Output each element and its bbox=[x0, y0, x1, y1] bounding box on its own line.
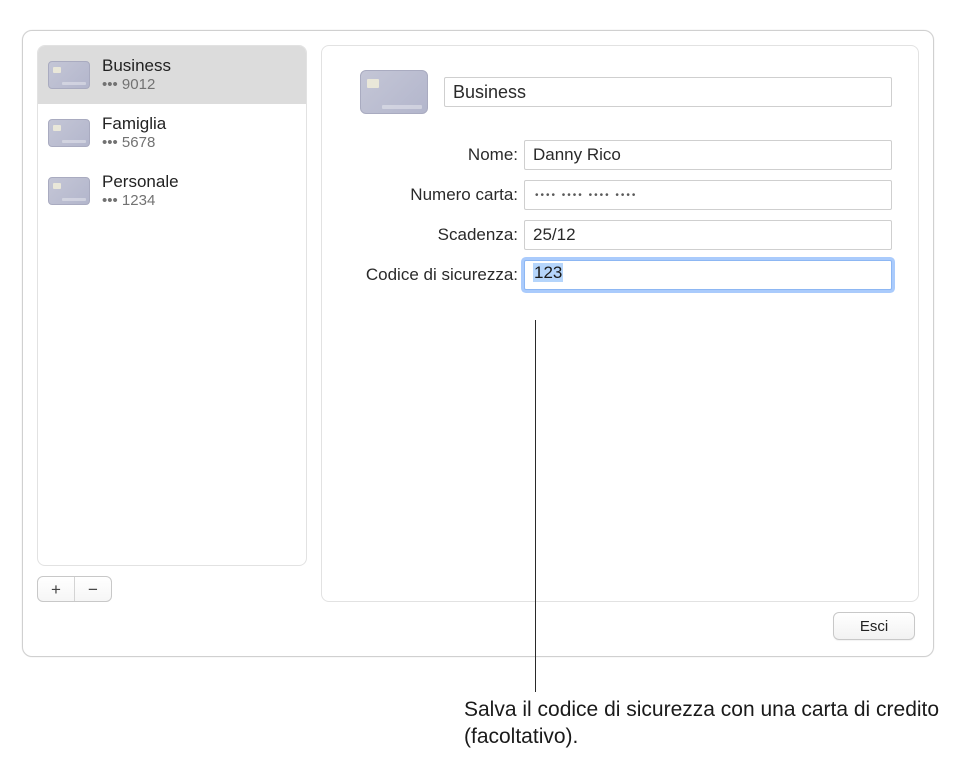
card-title: Personale bbox=[102, 171, 179, 192]
card-detail-panel: Nome: Numero carta: •••• •••• •••• •••• … bbox=[321, 45, 919, 602]
name-label: Nome: bbox=[348, 145, 524, 165]
callout-text: Salva il codice di sicurezza con una car… bbox=[464, 696, 954, 751]
number-row: Numero carta: •••• •••• •••• •••• bbox=[348, 180, 892, 210]
add-card-button[interactable]: + bbox=[38, 577, 74, 601]
callout-line bbox=[535, 320, 536, 692]
remove-card-button[interactable]: − bbox=[75, 577, 111, 601]
card-item-personale[interactable]: Personale ••• 1234 bbox=[38, 162, 306, 220]
credit-card-icon bbox=[360, 70, 428, 114]
card-item-business[interactable]: Business ••• 9012 bbox=[38, 46, 306, 104]
card-description-input[interactable] bbox=[444, 77, 892, 107]
content-row: Business ••• 9012 Famiglia ••• 5678 Pers… bbox=[23, 31, 933, 602]
card-last4: ••• 1234 bbox=[102, 192, 179, 211]
security-label: Codice di sicurezza: bbox=[348, 265, 524, 285]
card-last4: ••• 5678 bbox=[102, 134, 166, 153]
security-row: Codice di sicurezza: 123 bbox=[348, 260, 892, 290]
credit-card-icon bbox=[48, 61, 90, 89]
card-number-input[interactable]: •••• •••• •••• •••• bbox=[524, 180, 892, 210]
autofill-cards-window: Business ••• 9012 Famiglia ••• 5678 Pers… bbox=[22, 30, 934, 657]
security-code-value: 123 bbox=[533, 263, 563, 282]
card-title: Famiglia bbox=[102, 113, 166, 134]
card-text: Personale ••• 1234 bbox=[102, 171, 179, 211]
number-label: Numero carta: bbox=[348, 185, 524, 205]
footer: Esci bbox=[23, 602, 933, 656]
card-item-famiglia[interactable]: Famiglia ••• 5678 bbox=[38, 104, 306, 162]
card-title: Business bbox=[102, 55, 171, 76]
card-text: Famiglia ••• 5678 bbox=[102, 113, 166, 153]
credit-card-icon bbox=[48, 177, 90, 205]
sidebar: Business ••• 9012 Famiglia ••• 5678 Pers… bbox=[37, 45, 307, 602]
credit-card-icon bbox=[48, 119, 90, 147]
title-row bbox=[360, 70, 892, 114]
name-row: Nome: bbox=[348, 140, 892, 170]
expiry-label: Scadenza: bbox=[348, 225, 524, 245]
list-controls: + − bbox=[37, 576, 112, 602]
exit-button[interactable]: Esci bbox=[833, 612, 915, 640]
expiry-row: Scadenza: bbox=[348, 220, 892, 250]
security-code-input[interactable]: 123 bbox=[524, 260, 892, 290]
expiry-input[interactable] bbox=[524, 220, 892, 250]
card-text: Business ••• 9012 bbox=[102, 55, 171, 95]
card-list: Business ••• 9012 Famiglia ••• 5678 Pers… bbox=[37, 45, 307, 566]
cardholder-name-input[interactable] bbox=[524, 140, 892, 170]
card-last4: ••• 9012 bbox=[102, 76, 171, 95]
